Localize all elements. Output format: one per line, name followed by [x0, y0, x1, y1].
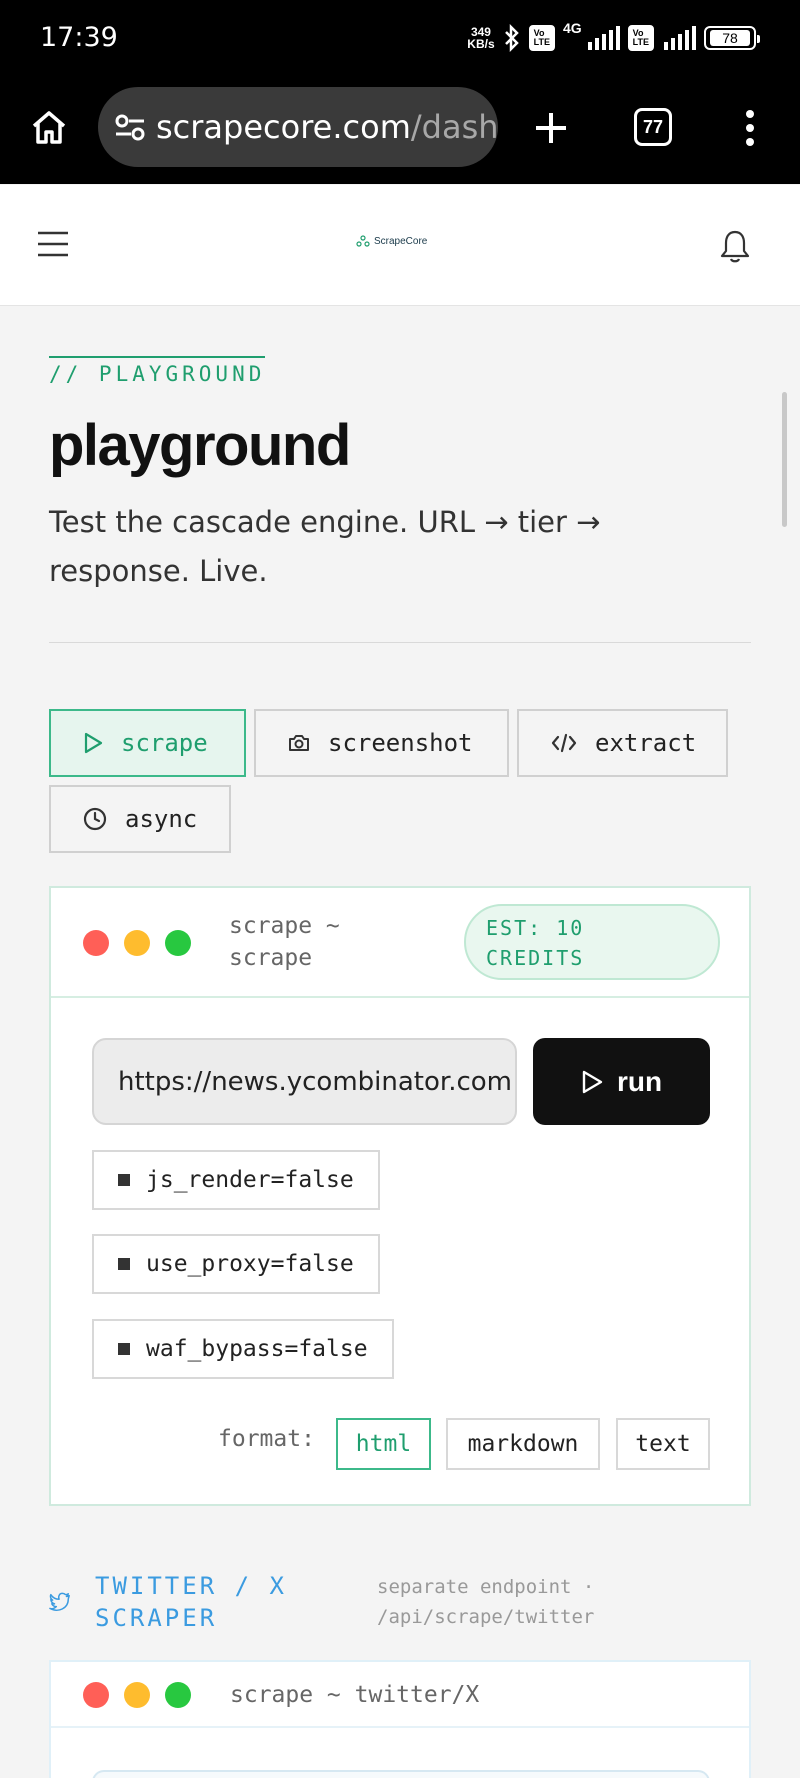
twitter-input-placeholder-box[interactable]	[92, 1770, 710, 1778]
signal-icon	[587, 26, 620, 50]
volte-badge-2: Vo LTE	[627, 25, 654, 51]
twitter-card: scrape ~ twitter/X	[49, 1660, 751, 1778]
option-waf-bypass[interactable]: waf_bypass=false	[92, 1319, 394, 1379]
volte-badge: Vo LTE	[528, 25, 555, 51]
logo-text: ScrapeCore	[374, 235, 428, 247]
page-scrollbar[interactable]	[782, 392, 787, 527]
minimize-dot	[124, 930, 150, 956]
window-dots	[83, 930, 191, 956]
status-time: 17:39	[40, 22, 118, 53]
format-html-button[interactable]: html	[336, 1418, 431, 1470]
checkbox-square	[118, 1174, 130, 1186]
clock-icon	[83, 807, 107, 831]
divider	[49, 642, 751, 643]
format-text-button[interactable]: text	[616, 1418, 710, 1470]
url-input[interactable]: https://news.ycombinator.com	[92, 1038, 517, 1125]
card-header-divider	[51, 996, 749, 998]
close-dot	[83, 930, 109, 956]
app-logo[interactable]: ScrapeCore	[356, 235, 427, 247]
checkbox-square	[118, 1258, 130, 1270]
camera-icon	[289, 735, 309, 751]
status-icons: 349 KB/s Vo LTE 4G Vo LTE 78	[467, 20, 760, 56]
close-dot	[83, 1682, 109, 1708]
checkbox-square	[118, 1343, 130, 1355]
logo-icon	[356, 235, 370, 247]
card-title: scrape ~ scrape	[229, 913, 340, 971]
browser-toolbar: scrapecore.com/dash 77	[0, 78, 800, 184]
twitter-icon	[49, 1592, 70, 1611]
section-eyebrow: // PLAYGROUND	[49, 356, 266, 386]
minimize-dot	[124, 1682, 150, 1708]
status-bar: 17:39 349 KB/s Vo LTE 4G Vo LTE 78	[0, 0, 800, 78]
url-text: scrapecore.com/dash	[156, 108, 498, 146]
notification-bell-icon[interactable]	[720, 229, 750, 263]
app-header: ScrapeCore	[0, 185, 800, 306]
signal-icon-2	[664, 26, 696, 50]
twitter-section-label: TWITTER / X SCRAPER	[95, 1572, 287, 1632]
hamburger-menu-icon[interactable]	[38, 231, 68, 257]
new-tab-icon[interactable]	[533, 110, 569, 146]
card-header-divider	[51, 1726, 749, 1728]
site-settings-icon[interactable]	[114, 111, 146, 143]
credits-estimate-badge: EST: 10 CREDITS	[464, 904, 720, 980]
twitter-endpoint-note: separate endpoint · /api/scrape/twitter	[377, 1576, 595, 1628]
run-button[interactable]: run	[533, 1038, 710, 1125]
battery-icon: 78	[704, 26, 760, 50]
page-title: playground	[49, 413, 351, 478]
play-icon	[84, 732, 103, 754]
tab-switcher-button[interactable]: 77	[634, 108, 672, 146]
page-subtitle: Test the cascade engine. URL → tier → re…	[49, 505, 601, 588]
home-icon[interactable]	[30, 108, 68, 146]
twitter-card-title: scrape ~ twitter/X	[230, 1682, 480, 1708]
mode-button-async[interactable]: async	[49, 785, 231, 853]
maximize-dot	[165, 1682, 191, 1708]
window-dots	[83, 1682, 191, 1708]
code-icon	[551, 733, 577, 753]
option-js-render[interactable]: js_render=false	[92, 1150, 380, 1210]
option-use-proxy[interactable]: use_proxy=false	[92, 1234, 380, 1294]
scrape-card: scrape ~ scrape EST: 10 CREDITS https://…	[49, 886, 751, 1506]
format-markdown-button[interactable]: markdown	[446, 1418, 600, 1470]
mode-button-scrape[interactable]: scrape	[49, 709, 246, 777]
address-bar[interactable]: scrapecore.com/dash	[98, 87, 498, 167]
more-menu-icon[interactable]	[743, 108, 757, 148]
network-type-label: 4G	[562, 20, 582, 36]
play-icon	[582, 1070, 603, 1093]
maximize-dot	[165, 930, 191, 956]
mode-button-screenshot[interactable]: screenshot	[254, 709, 509, 777]
mode-button-extract[interactable]: extract	[517, 709, 728, 777]
bluetooth-icon	[504, 24, 519, 52]
network-speed: 349 KB/s	[467, 25, 495, 51]
format-label: format:	[218, 1426, 315, 1452]
